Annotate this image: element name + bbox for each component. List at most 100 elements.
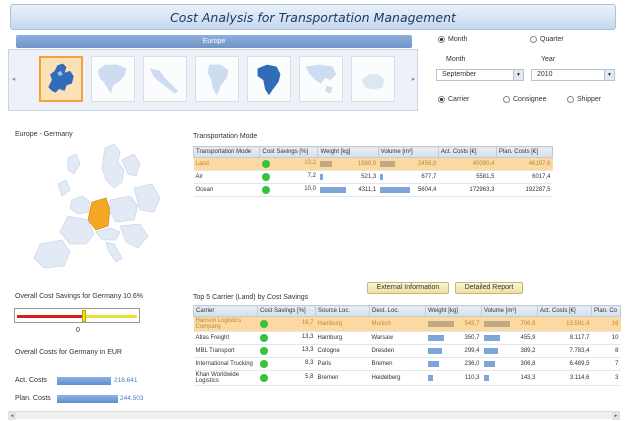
region-tile-north-america[interactable] — [91, 56, 135, 102]
carousel-right-arrow-icon[interactable]: ▸ — [410, 70, 417, 90]
weight-cell: 236,0 — [464, 361, 480, 367]
carrier-cell: Hanson Logistics Company — [193, 316, 258, 332]
chevron-down-icon: ▼ — [513, 70, 523, 80]
table-row[interactable]: International Trucking 8,3 Paris Bremen … — [193, 357, 621, 371]
table-row[interactable]: Khan Worldwide Logistics 5,8 Bremen Heid… — [193, 370, 621, 386]
top-carriers-table: Carrier Cost Savings [%] Source Loc. Des… — [193, 305, 621, 386]
plan-costs-label: Plan. Costs — [15, 395, 51, 402]
volume-cell: 5604,4 — [417, 187, 437, 193]
column-header[interactable]: Volume [m³] — [481, 305, 538, 317]
carrier-cell: Khan Worldwide Logistics — [193, 370, 258, 386]
year-select[interactable]: 2010 ▼ — [531, 69, 615, 81]
column-header[interactable]: Cost Savings [%] — [259, 146, 319, 158]
period-quarter-radio[interactable]: Quarter — [530, 36, 564, 43]
plan-costs-cell: 10 — [591, 331, 621, 345]
column-header[interactable]: Weight [kg] — [317, 146, 379, 158]
top-carriers-title: Top 5 Carrier (Land) by Cost Savings — [193, 294, 309, 301]
volume-cell: 455,9 — [520, 335, 536, 341]
column-header[interactable]: Plan. Costs [€] — [495, 146, 554, 158]
weight-cell: 350,7 — [464, 335, 480, 341]
table-row[interactable]: Hanson Logistics Company 16,7 Hamburg Mu… — [193, 316, 621, 332]
detailed-report-button[interactable]: Detailed Report — [455, 282, 523, 294]
europe-map-icon — [48, 63, 74, 93]
dest-cell: Dresden — [369, 344, 426, 358]
act-costs-cell: 7.783,4 — [537, 344, 592, 358]
partner-shipper-radio[interactable]: Shipper — [567, 96, 601, 103]
radio-unselected-icon — [567, 96, 574, 103]
column-header[interactable]: Volume [m³] — [377, 146, 439, 158]
column-header[interactable]: Carrier — [193, 305, 258, 317]
volume-bar — [380, 174, 384, 180]
horizontal-scrollbar[interactable]: ◂ ▸ — [8, 411, 620, 420]
act-costs-cell: 172963,3 — [438, 183, 497, 197]
weight-cell: 543,7 — [464, 321, 480, 327]
column-header[interactable]: Cost Savings [%] — [257, 305, 316, 317]
radio-unselected-icon — [503, 96, 510, 103]
dest-cell: Warsaw — [369, 331, 426, 345]
column-header[interactable]: Plan. Co — [591, 305, 621, 317]
transport-mode-title: Transportation Mode — [193, 133, 258, 140]
weight-cell: 299,4 — [464, 348, 480, 354]
weight-bar — [427, 321, 454, 327]
column-header[interactable]: Act. Costs [€] — [437, 146, 497, 158]
weight-bar — [427, 361, 439, 367]
region-tile-asia[interactable] — [299, 56, 343, 102]
column-header[interactable]: Transportation Mode — [192, 146, 261, 158]
table-row[interactable]: Ocean 10,0 4311,1 5604,4 172963,3 192287… — [193, 183, 553, 197]
carousel-left-arrow-icon[interactable]: ◂ — [10, 70, 17, 90]
year-field-label: Year — [541, 56, 556, 63]
plan-costs-cell: 7 — [591, 357, 621, 371]
region-tile-south-america[interactable] — [195, 56, 239, 102]
table-header-row: Carrier Cost Savings [%] Source Loc. Des… — [193, 305, 621, 317]
savings-cell: 13,3 — [301, 334, 314, 340]
column-header[interactable]: Weight [kg] — [425, 305, 482, 317]
gauge-positive-zone — [86, 315, 137, 318]
volume-bar — [380, 161, 396, 167]
table-row[interactable]: Land 13,2 1989,9 2456,9 40090,4 46197,6 — [193, 157, 553, 171]
weight-bar — [427, 335, 444, 341]
plan-costs-cell: 46197,6 — [496, 157, 553, 171]
partner-shipper-label: Shipper — [577, 96, 602, 103]
central-america-map-icon — [149, 68, 179, 94]
page-title: Cost Analysis for Transportation Managem… — [170, 10, 456, 25]
month-select[interactable]: September ▼ — [436, 69, 524, 81]
europe-country-map[interactable] — [10, 140, 170, 275]
weight-cell: 1989,9 — [357, 161, 377, 167]
region-tile-africa[interactable] — [247, 56, 291, 102]
column-header[interactable]: Dest. Loc. — [369, 305, 426, 317]
dest-cell: Bremen — [369, 357, 426, 371]
region-tile-oceania[interactable] — [351, 56, 395, 102]
scroll-right-icon[interactable]: ▸ — [612, 412, 620, 420]
column-header[interactable]: Source Loc. — [315, 305, 370, 317]
status-good-icon — [261, 160, 270, 168]
table-row[interactable]: Atlas Freight 13,3 Hamburg Warsaw 350,7 … — [193, 331, 621, 345]
chevron-down-icon: ▼ — [604, 70, 614, 80]
costs-label: Overall Costs for Germany in EUR — [15, 349, 122, 356]
act-costs-cell: 40090,4 — [438, 157, 497, 171]
table-header-row: Transportation Mode Cost Savings [%] Wei… — [192, 146, 554, 158]
source-cell: Paris — [315, 357, 370, 371]
period-month-radio[interactable]: Month — [438, 36, 467, 43]
partner-consignee-radio[interactable]: Consignee — [503, 96, 546, 103]
partner-carrier-radio[interactable]: Carrier — [438, 96, 469, 103]
radio-selected-icon — [438, 36, 445, 43]
savings-cell: 8,3 — [305, 360, 314, 366]
region-carousel: ◂ ▸ — [8, 49, 418, 111]
volume-bar — [380, 187, 411, 193]
weight-bar — [427, 348, 442, 354]
table-row[interactable]: MBL Transport 13,3 Cologne Dresden 299,4… — [193, 344, 621, 358]
plan-costs-cell: 3 — [591, 370, 621, 386]
status-good-icon — [259, 320, 268, 328]
north-america-map-icon — [97, 64, 127, 94]
table-row[interactable]: Air 7,2 521,3 677,7 5581,5 6017,4 — [193, 170, 553, 184]
external-information-button[interactable]: External Information — [367, 282, 449, 294]
act-costs-cell: 13.591,4 — [537, 316, 592, 332]
act-costs-cell: 5581,5 — [438, 170, 497, 184]
column-header[interactable]: Act. Costs [€] — [537, 305, 592, 317]
region-header: Europe — [16, 35, 412, 48]
region-tile-central-america[interactable] — [143, 56, 187, 102]
savings-cell: 10,0 — [304, 186, 316, 192]
gauge-negative-zone — [17, 315, 82, 318]
region-tile-europe[interactable] — [39, 56, 83, 102]
scroll-left-icon[interactable]: ◂ — [8, 412, 16, 420]
